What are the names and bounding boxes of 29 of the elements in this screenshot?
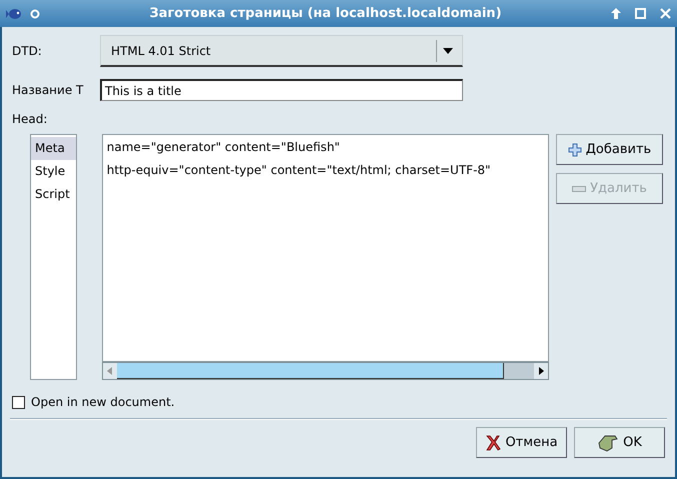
maximize-icon[interactable] xyxy=(635,8,646,19)
horizontal-scrollbar[interactable] xyxy=(102,362,549,380)
head-label: Head: xyxy=(12,112,48,126)
dtd-label: DTD: xyxy=(12,44,43,58)
cross-icon xyxy=(485,434,502,452)
plus-icon xyxy=(568,142,582,156)
dtd-dropdown[interactable]: HTML 4.01 Strict xyxy=(100,35,463,67)
cancel-button[interactable]: Отмена xyxy=(476,427,567,458)
category-item[interactable]: Meta xyxy=(31,137,76,160)
left-arrow-icon[interactable] xyxy=(107,367,112,375)
new-document-label: Open in new document. xyxy=(31,395,175,409)
new-document-checkbox[interactable] xyxy=(12,396,25,408)
title-label: Название Т xyxy=(12,83,84,97)
window-title: Заготовка страницы (на localhost.localdomain) xyxy=(148,6,503,21)
category-item[interactable]: Style xyxy=(31,160,76,183)
add-button[interactable]: Добавить xyxy=(556,134,663,165)
meta-line: http-equiv="content-type" content="text/html; charset=UTF-8" xyxy=(106,163,492,179)
meta-line: name="generator" content="Bluefish" xyxy=(106,140,341,156)
ok-button[interactable]: OK xyxy=(574,427,665,458)
up-arrow-icon[interactable] xyxy=(611,8,621,19)
meta-text-area[interactable]: name="generator" content="Bluefish" http-equiv="content-type" content="text/html; charset=UTF-8" xyxy=(102,134,549,362)
menu-icon[interactable] xyxy=(30,8,40,18)
category-item[interactable]: Script xyxy=(31,183,76,206)
fish-icon xyxy=(6,6,22,20)
close-icon[interactable] xyxy=(660,8,671,19)
caret-icon xyxy=(443,48,453,54)
right-arrow-icon[interactable] xyxy=(538,367,544,375)
minus-icon xyxy=(572,186,586,192)
title-input[interactable]: This is a title xyxy=(100,79,463,101)
